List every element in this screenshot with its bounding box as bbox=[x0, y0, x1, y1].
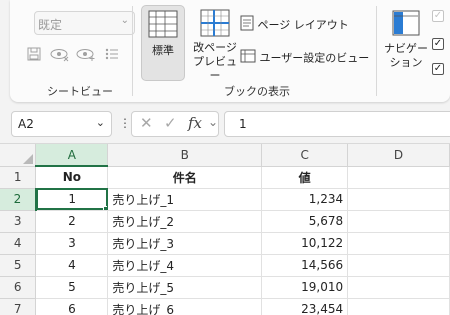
navigation-label-2: ション bbox=[389, 56, 423, 69]
row-header[interactable]: 3 bbox=[0, 210, 37, 233]
cell[interactable]: No bbox=[35, 166, 109, 189]
custom-views-icon bbox=[240, 48, 256, 67]
formula-buttons: ✕ ✓ fx ⌄ bbox=[131, 111, 219, 137]
navigation-button[interactable]: ナビゲー ション bbox=[384, 5, 428, 81]
group-divider bbox=[376, 6, 377, 96]
cell[interactable]: 10,122 bbox=[261, 232, 349, 255]
formula-value: 1 bbox=[239, 117, 247, 131]
checkbox-disabled[interactable]: ✓ bbox=[432, 10, 444, 22]
normal-view-label: 標準 bbox=[152, 44, 174, 57]
row-header[interactable]: 1 bbox=[0, 166, 37, 189]
enter-check-icon[interactable]: ✓ bbox=[164, 114, 177, 132]
column-header-a[interactable]: A bbox=[35, 144, 109, 167]
page-layout-label: ページ レイアウト bbox=[257, 18, 349, 32]
keep-view-icon[interactable] bbox=[26, 46, 42, 66]
cell[interactable]: 売り上げ_6 bbox=[107, 298, 263, 315]
sheet-view-combo[interactable]: 既定 ⌄ bbox=[34, 11, 135, 35]
cell[interactable]: 3 bbox=[35, 232, 109, 255]
cell[interactable] bbox=[347, 276, 450, 299]
cell[interactable]: 23,454 bbox=[261, 298, 349, 315]
cell[interactable] bbox=[347, 166, 450, 189]
cell[interactable] bbox=[347, 188, 450, 211]
sheet-view-group-label: シートビュー bbox=[47, 85, 113, 98]
group-divider bbox=[132, 6, 133, 96]
row-header[interactable]: 5 bbox=[0, 254, 37, 277]
name-box[interactable]: A2 ⌄ bbox=[11, 111, 112, 137]
table-row: 5 4 売り上げ_4 14,566 bbox=[0, 254, 450, 277]
formula-bar-grip[interactable]: ⋮ bbox=[119, 116, 131, 130]
table-row: 4 3 売り上げ_3 10,122 bbox=[0, 232, 450, 255]
row-header[interactable]: 4 bbox=[0, 232, 37, 255]
chevron-down-icon[interactable]: ⌄ bbox=[208, 115, 218, 129]
table-row: 2 1 売り上げ_1 1,234 bbox=[0, 188, 450, 211]
ribbon: 既定 ⌄ シートビュー 標準 改ページ プレビュー ページ レイアウト ユーザー… bbox=[0, 0, 450, 102]
page-layout-icon bbox=[240, 15, 254, 34]
fill-handle[interactable] bbox=[103, 205, 107, 209]
cell[interactable]: 件名 bbox=[107, 166, 263, 189]
cell[interactable]: 1,234 bbox=[261, 188, 349, 211]
view-ribbon-panel: 既定 ⌄ シートビュー 標準 改ページ プレビュー ページ レイアウト ユーザー… bbox=[10, 0, 450, 102]
cell[interactable] bbox=[347, 298, 450, 315]
active-cell[interactable]: 1 bbox=[35, 188, 109, 211]
page-layout-button[interactable]: ページ レイアウト bbox=[240, 15, 349, 34]
cell[interactable]: 2 bbox=[35, 210, 109, 233]
cell[interactable]: 6 bbox=[35, 298, 109, 315]
cell[interactable]: 売り上げ_1 bbox=[107, 188, 263, 211]
table-row: 7 6 売り上げ_6 23,454 bbox=[0, 298, 450, 315]
cell[interactable] bbox=[347, 254, 450, 277]
column-header-d[interactable]: D bbox=[347, 144, 450, 167]
cell[interactable] bbox=[347, 210, 450, 233]
cell[interactable]: 5,678 bbox=[261, 210, 349, 233]
workbook-views-group-label: ブックの表示 bbox=[224, 85, 290, 98]
cell[interactable]: 5 bbox=[35, 276, 109, 299]
column-header-c[interactable]: C bbox=[261, 144, 349, 167]
navigation-pane-icon bbox=[392, 10, 420, 36]
cell[interactable]: 売り上げ_3 bbox=[107, 232, 263, 255]
sheet-table: A B C D 1 No 件名 値 2 1 売り上げ_1 1,234 3 2 売… bbox=[0, 144, 450, 315]
cell[interactable]: 19,010 bbox=[261, 276, 349, 299]
chevron-down-icon: ⌄ bbox=[95, 116, 105, 129]
cell[interactable]: 売り上げ_2 bbox=[107, 210, 263, 233]
column-header-b[interactable]: B bbox=[107, 144, 263, 167]
formula-input[interactable]: 1 bbox=[224, 111, 450, 137]
select-all-corner[interactable] bbox=[0, 144, 37, 167]
page-break-preview-label-1: 改ページ bbox=[193, 41, 237, 54]
formula-bar: A2 ⌄ ⋮ ✕ ✓ fx ⌄ 1 bbox=[0, 107, 450, 141]
normal-view-icon bbox=[148, 10, 178, 38]
cell[interactable]: 値 bbox=[261, 166, 349, 189]
checkbox-checked[interactable]: ✓ bbox=[432, 63, 444, 75]
cell[interactable]: 売り上げ_4 bbox=[107, 254, 263, 277]
cell[interactable]: 4 bbox=[35, 254, 109, 277]
table-row: 1 No 件名 値 bbox=[0, 166, 450, 189]
table-row: 3 2 売り上げ_2 5,678 bbox=[0, 210, 450, 233]
page-break-preview-icon bbox=[200, 9, 230, 37]
insert-function-icon[interactable]: fx bbox=[188, 114, 202, 132]
navigation-label-1: ナビゲー bbox=[384, 42, 428, 55]
exit-view-icon[interactable] bbox=[50, 46, 70, 66]
new-view-icon[interactable] bbox=[76, 46, 96, 66]
row-header[interactable]: 7 bbox=[0, 298, 37, 315]
sheet-view-combo-value: 既定 bbox=[38, 18, 63, 32]
active-cell-value: 1 bbox=[68, 192, 76, 206]
normal-view-button[interactable]: 標準 bbox=[141, 5, 185, 81]
worksheet-grid: A B C D 1 No 件名 値 2 1 売り上げ_1 1,234 3 2 売… bbox=[0, 143, 450, 315]
custom-views-label: ユーザー設定のビュー bbox=[259, 51, 370, 65]
table-row: 6 5 売り上げ_5 19,010 bbox=[0, 276, 450, 299]
custom-views-button[interactable]: ユーザー設定のビュー bbox=[240, 48, 369, 67]
row-header[interactable]: 6 bbox=[0, 276, 37, 299]
options-list-icon[interactable] bbox=[104, 46, 120, 66]
checkbox-checked[interactable]: ✓ bbox=[432, 38, 444, 50]
page-break-preview-label-2: プレビュー bbox=[193, 55, 237, 82]
name-box-value: A2 bbox=[18, 117, 34, 131]
page-break-preview-button[interactable]: 改ページ プレビュー bbox=[188, 5, 242, 82]
chevron-down-icon: ⌄ bbox=[120, 15, 129, 26]
cancel-icon[interactable]: ✕ bbox=[140, 114, 153, 132]
cell[interactable]: 売り上げ_5 bbox=[107, 276, 263, 299]
cell[interactable] bbox=[347, 232, 450, 255]
row-header[interactable]: 2 bbox=[0, 188, 37, 211]
column-header-row: A B C D bbox=[0, 144, 450, 167]
cell[interactable]: 14,566 bbox=[261, 254, 349, 277]
